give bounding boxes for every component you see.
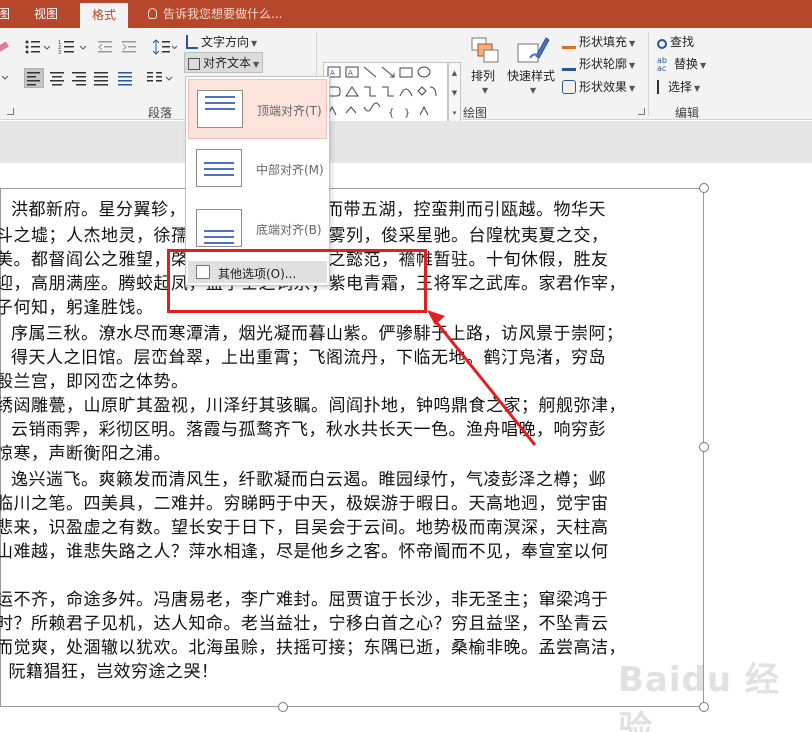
watermark: Baidu 经验 [618,660,780,732]
app-window: 图 视图 格式 告诉我您想要做什么... 123 文字方向 ▼ 对齐文本 ▼ 段… [0,0,812,732]
annotation-arrow-icon [427,310,537,446]
